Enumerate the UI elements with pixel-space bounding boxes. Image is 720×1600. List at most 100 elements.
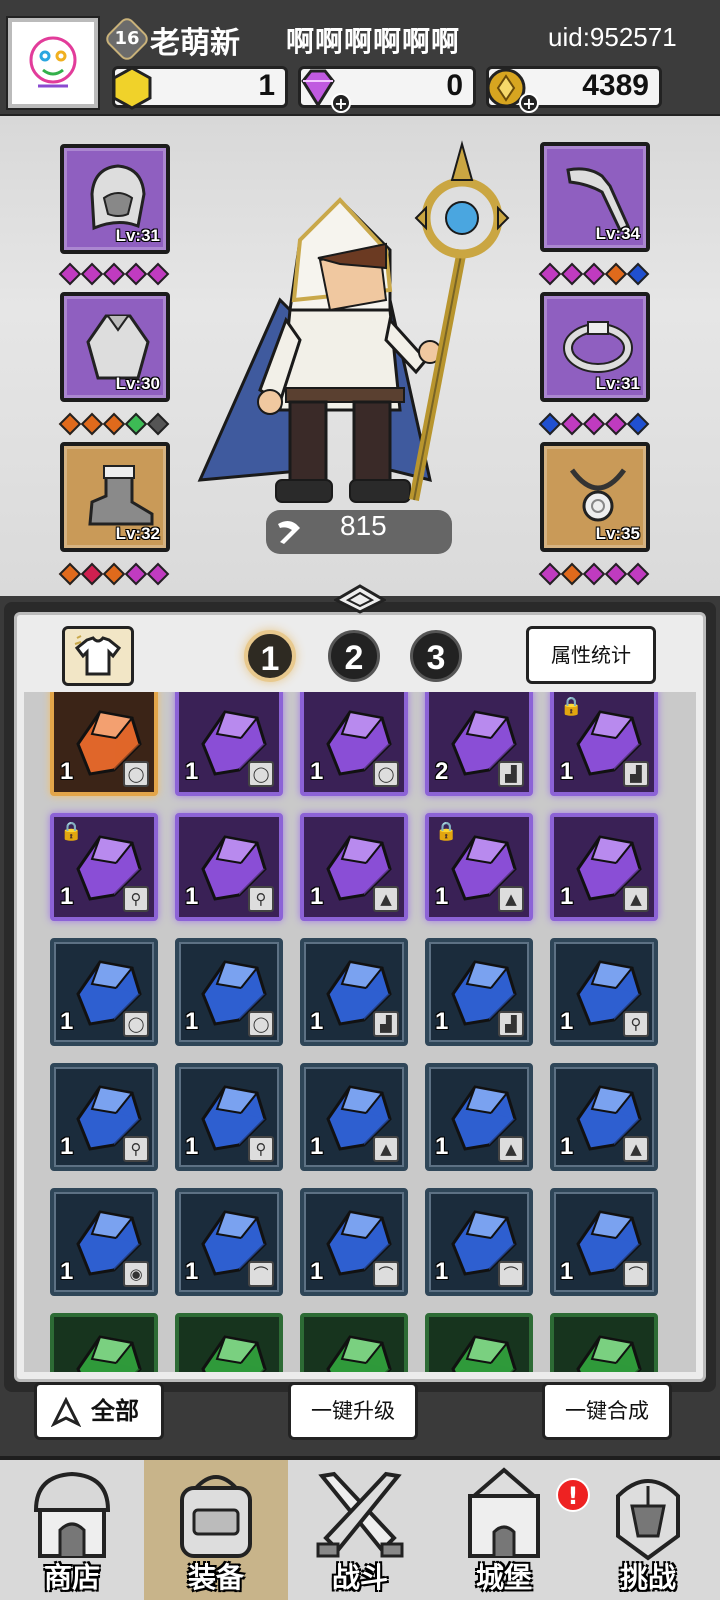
gem-count: 1 [60, 1133, 74, 1160]
lock-icon: 🔒 [60, 821, 83, 842]
gem-socket [102, 262, 126, 286]
ring-icon: ◯ [248, 761, 274, 787]
panel-ornament-icon [334, 584, 386, 614]
outfit-button[interactable] [62, 626, 134, 686]
equip-slot-ring[interactable]: Lv:31 [540, 292, 650, 402]
inventory-gem-slot[interactable]: 1 ▟ [300, 938, 408, 1046]
bottom-navigation: 商店 装备 战斗 城堡 挑战 [0, 1456, 720, 1600]
weapon-icon: ⚲ [248, 886, 274, 912]
inventory-gem-slot[interactable]: 2 ▟ [425, 692, 533, 796]
gem-socket [102, 562, 126, 586]
weapon-icon: ⚲ [123, 886, 149, 912]
gem-count: 1 [60, 883, 74, 910]
necklace-icon: ⌒ [248, 1261, 274, 1287]
filter-all-button[interactable]: 全部 [34, 1382, 164, 1440]
add-diamond-button[interactable]: + [331, 93, 351, 113]
gem-socket [146, 562, 170, 586]
inventory-gem-slot[interactable]: 1 ◯ [175, 938, 283, 1046]
inventory-gem-slot[interactable]: 1 ⌒ [550, 1188, 658, 1296]
nav-battle[interactable]: 战斗 [288, 1460, 432, 1600]
merge-all-button[interactable]: 一键合成 [542, 1382, 672, 1440]
gem-socket [58, 262, 82, 286]
inventory-gem-slot[interactable]: 1 ▲ [550, 813, 658, 921]
nav-shop[interactable]: 商店 [0, 1460, 144, 1600]
ring-icon: ◯ [123, 761, 149, 787]
inventory-gem-slot[interactable]: 1 ◉ [50, 1188, 158, 1296]
gem-socket [146, 262, 170, 286]
nav-equipment[interactable]: 装备 [144, 1460, 288, 1600]
ring-gem-row [538, 412, 650, 436]
inventory-gem-slot[interactable]: 1 ◯ [50, 938, 158, 1046]
inventory-gem-slot[interactable]: 1 ◯ [300, 692, 408, 796]
inventory-gem-slot[interactable]: 🔒 1 ⚲ [50, 813, 158, 921]
tab-1[interactable]: 1 [244, 630, 296, 682]
player-level: 16 [114, 28, 140, 49]
tab-3[interactable]: 3 [410, 630, 462, 682]
filter-all-label: 全部 [91, 1397, 139, 1425]
inventory-gem-slot[interactable]: 1 ▲ [425, 1063, 533, 1171]
weapon-level: Lv:34 [595, 224, 640, 243]
equip-slot-armor[interactable]: Lv:30 [60, 292, 170, 402]
nav-equipment-label: 装备 [187, 1561, 244, 1594]
castle-icon [468, 1467, 540, 1558]
equip-slot-boots[interactable]: Lv:32 [60, 442, 170, 552]
nav-castle-label: 城堡 [475, 1561, 532, 1594]
gem-count: 1 [310, 883, 324, 910]
inventory-gem-slot[interactable]: 1 ⌒ [175, 1188, 283, 1296]
nav-battle-label: 战斗 [331, 1561, 388, 1594]
tshirt-icon [74, 635, 122, 676]
combat-power-bar: 815 [266, 510, 452, 554]
weapon-icon: ⚲ [623, 1011, 649, 1037]
player-guild: 啊啊啊啊啊啊 [286, 25, 461, 58]
upgrade-all-button[interactable]: 一键升级 [288, 1382, 418, 1440]
inventory-gem-slot[interactable]: 1 ▲ [300, 1063, 408, 1171]
inventory-gem-slot[interactable]: 1 ▲ [300, 813, 408, 921]
gem-socket [560, 412, 584, 436]
nav-castle[interactable]: 城堡 [432, 1460, 576, 1600]
boot-icon: ▟ [498, 761, 524, 787]
crystal-gem-icon [451, 1335, 517, 1372]
inventory-gem-slot[interactable]: 🔒 1 ▟ [550, 692, 658, 796]
diamond-value: 0 [446, 69, 463, 102]
inventory-gem-slot[interactable] [550, 1313, 658, 1372]
inventory-gem-slot[interactable] [50, 1313, 158, 1372]
avatar-doodle-icon [29, 36, 77, 88]
inventory-gem-slot[interactable] [300, 1313, 408, 1372]
inventory-gem-slot[interactable] [425, 1313, 533, 1372]
equip-slot-helmet[interactable]: Lv:31 [60, 144, 170, 254]
castle-alert-badge: ! [556, 1478, 590, 1512]
tab-2[interactable]: 2 [328, 630, 380, 682]
inventory-gem-slot[interactable]: 1 ⌒ [300, 1188, 408, 1296]
inventory-gem-slot[interactable]: 1 ⚲ [175, 813, 283, 921]
add-coin-button[interactable]: + [519, 93, 539, 113]
inventory-gem-slot[interactable]: 🔒 1 ▲ [425, 813, 533, 921]
inventory-gem-slot[interactable] [175, 1313, 283, 1372]
gem-inventory-grid[interactable]: 1 ◯ 1 ◯ 1 ◯ 2 ▟ 🔒 1 ▟ 🔒 1 ⚲ 1 ⚲ 1 ▲ 🔒 1 ▲ 1 ▲ 1 ◯ 1 ◯ 1 ▟ 1 ▟ 1 ⚲ 1 ⚲ 1 ⚲ 1 ▲ 1… [24, 692, 696, 1372]
gem-count: 1 [560, 1258, 574, 1285]
gold-gem-value: 1 [258, 69, 275, 102]
inventory-gem-slot[interactable]: 1 ▟ [425, 938, 533, 1046]
gem-socket [58, 562, 82, 586]
equip-slot-weapon[interactable]: Lv:34 [540, 142, 650, 252]
nav-challenge[interactable]: 挑战 [576, 1460, 720, 1600]
attribute-stats-button[interactable]: 属性统计 [526, 626, 656, 684]
crossed-swords-icon [316, 1471, 404, 1558]
inventory-gem-slot[interactable]: 1 ▲ [550, 1063, 658, 1171]
gem-socket [560, 562, 584, 586]
equip-slot-necklace[interactable]: Lv:35 [540, 442, 650, 552]
gem-count: 1 [310, 1258, 324, 1285]
player-avatar[interactable] [6, 16, 100, 110]
gem-socket [102, 412, 126, 436]
gem-count: 1 [310, 758, 324, 785]
armor-gem-row [58, 412, 170, 436]
inventory-gem-slot[interactable]: 1 ◯ [175, 692, 283, 796]
combat-power-value: 815 [340, 510, 387, 541]
inventory-gem-slot[interactable]: 1 ⌒ [425, 1188, 533, 1296]
gem-count: 1 [185, 1008, 199, 1035]
gem-socket [80, 412, 104, 436]
inventory-gem-slot[interactable]: 1 ◯ [50, 692, 158, 796]
inventory-gem-slot[interactable]: 1 ⚲ [50, 1063, 158, 1171]
gem-count: 1 [310, 1008, 324, 1035]
inventory-gem-slot[interactable]: 1 ⚲ [550, 938, 658, 1046]
inventory-gem-slot[interactable]: 1 ⚲ [175, 1063, 283, 1171]
